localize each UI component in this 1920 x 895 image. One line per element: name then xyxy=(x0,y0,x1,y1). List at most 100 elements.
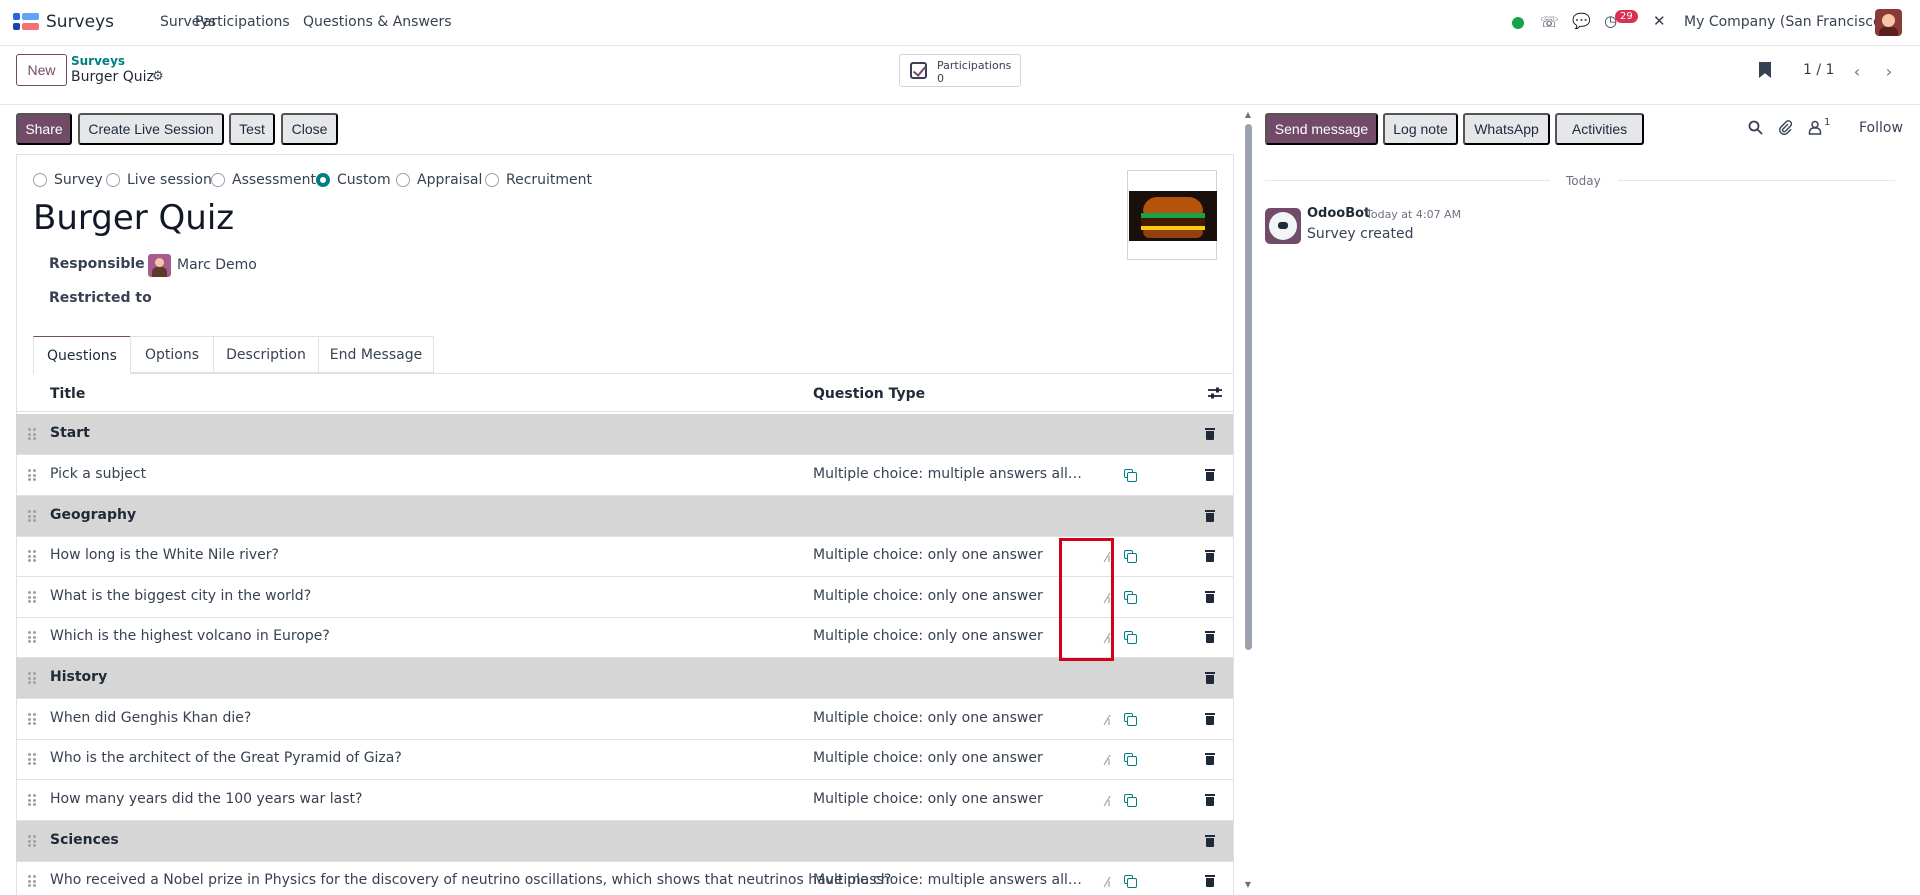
follow-button[interactable]: Follow xyxy=(1859,120,1903,136)
trash-icon[interactable] xyxy=(1205,672,1215,684)
survey-type-custom[interactable]: Custom xyxy=(316,172,391,188)
send-message-button[interactable]: Send message xyxy=(1265,113,1378,145)
question-type[interactable]: Multiple choice: only one answer xyxy=(813,547,1083,563)
whatsapp-button[interactable]: WhatsApp xyxy=(1463,113,1550,145)
statistics-icon[interactable] xyxy=(1102,795,1112,810)
drag-handle-icon[interactable] xyxy=(28,550,36,562)
log-note-button[interactable]: Log note xyxy=(1383,113,1458,145)
trash-icon[interactable] xyxy=(1205,753,1215,765)
responsible-field[interactable]: Marc Demo xyxy=(177,257,257,273)
survey-image[interactable] xyxy=(1127,170,1217,260)
menu-questions-answers[interactable]: Questions & Answers xyxy=(303,14,452,30)
question-type[interactable]: Multiple choice: only one answer xyxy=(813,750,1083,766)
odoobot-avatar[interactable] xyxy=(1265,208,1301,244)
settings-tools-icon[interactable]: ✕ xyxy=(1653,12,1666,30)
survey-type-live-session[interactable]: Live session xyxy=(106,172,212,188)
pager-value[interactable]: 1 / 1 xyxy=(1803,62,1834,78)
tab-options[interactable]: Options xyxy=(130,336,214,373)
section-title[interactable]: Geography xyxy=(50,507,136,523)
question-row[interactable]: How many years did the 100 years war las… xyxy=(16,780,1233,821)
question-title[interactable]: Pick a subject xyxy=(50,466,146,482)
create-live-session-button[interactable]: Create Live Session xyxy=(78,113,224,145)
question-title[interactable]: Who is the architect of the Great Pyrami… xyxy=(50,750,402,766)
trash-icon[interactable] xyxy=(1205,428,1215,440)
company-switcher[interactable]: My Company (San Francisco) xyxy=(1684,14,1887,30)
section-row[interactable]: Start xyxy=(16,414,1233,455)
drag-handle-icon[interactable] xyxy=(28,510,36,522)
paperclip-icon[interactable] xyxy=(1778,120,1793,139)
question-title[interactable]: Who received a Nobel prize in Physics fo… xyxy=(50,872,891,888)
duplicate-icon[interactable] xyxy=(1124,794,1137,807)
tab-description[interactable]: Description xyxy=(213,336,319,373)
question-row[interactable]: Who received a Nobel prize in Physics fo… xyxy=(16,861,1233,895)
close-button[interactable]: Close xyxy=(281,113,338,145)
duplicate-icon[interactable] xyxy=(1124,713,1137,726)
trash-icon[interactable] xyxy=(1205,591,1215,603)
survey-title[interactable]: Burger Quiz xyxy=(33,198,234,238)
user-avatar[interactable] xyxy=(1875,9,1902,36)
survey-type-recruitment[interactable]: Recruitment xyxy=(485,172,592,188)
drag-handle-icon[interactable] xyxy=(28,469,36,481)
question-title[interactable]: Which is the highest volcano in Europe? xyxy=(50,628,330,644)
duplicate-icon[interactable] xyxy=(1124,591,1137,604)
question-type[interactable]: Multiple choice: only one answer xyxy=(813,628,1083,644)
duplicate-icon[interactable] xyxy=(1124,631,1137,644)
question-row[interactable]: When did Genghis Khan die? Multiple choic… xyxy=(16,699,1233,740)
duplicate-icon[interactable] xyxy=(1124,469,1137,482)
trash-icon[interactable] xyxy=(1205,875,1215,887)
scrollbar[interactable] xyxy=(1245,124,1252,650)
scroll-up-icon[interactable]: ▲ xyxy=(1243,110,1253,119)
column-title[interactable]: Title xyxy=(50,386,85,402)
followers-icon[interactable] xyxy=(1808,120,1822,139)
scroll-down-icon[interactable]: ▼ xyxy=(1243,880,1253,889)
search-icon[interactable] xyxy=(1748,120,1763,139)
question-title[interactable]: What is the biggest city in the world? xyxy=(50,588,311,604)
trash-icon[interactable] xyxy=(1205,510,1215,522)
optional-columns-icon[interactable] xyxy=(1207,386,1223,404)
trash-icon[interactable] xyxy=(1205,631,1215,643)
trash-icon[interactable] xyxy=(1205,835,1215,847)
restricted-field[interactable] xyxy=(148,284,448,308)
survey-type-appraisal[interactable]: Appraisal xyxy=(396,172,482,188)
drag-handle-icon[interactable] xyxy=(28,591,36,603)
trash-icon[interactable] xyxy=(1205,713,1215,725)
menu-participations[interactable]: Participations xyxy=(195,14,290,30)
message-author[interactable]: OdooBot xyxy=(1307,206,1370,221)
question-type[interactable]: Multiple choice: only one answer xyxy=(813,588,1083,604)
trash-icon[interactable] xyxy=(1205,794,1215,806)
duplicate-icon[interactable] xyxy=(1124,753,1137,766)
pager-next-icon[interactable]: › xyxy=(1874,58,1904,84)
question-row[interactable]: Pick a subject Multiple choice: multiple … xyxy=(16,455,1233,496)
question-type[interactable]: Multiple choice: multiple answers allowe… xyxy=(813,872,1083,888)
pager-previous-icon[interactable]: ‹ xyxy=(1842,58,1872,84)
question-title[interactable]: When did Genghis Khan die? xyxy=(50,710,251,726)
gear-icon[interactable]: ⚙ xyxy=(152,69,164,84)
drag-handle-icon[interactable] xyxy=(28,713,36,725)
question-title[interactable]: How many years did the 100 years war las… xyxy=(50,791,362,807)
question-row[interactable]: Which is the highest volcano in Europe? M… xyxy=(16,617,1233,658)
drag-handle-icon[interactable] xyxy=(28,672,36,684)
section-title[interactable]: History xyxy=(50,669,107,685)
section-row[interactable]: History xyxy=(16,658,1233,699)
chat-icon[interactable]: 💬 xyxy=(1572,12,1591,30)
duplicate-icon[interactable] xyxy=(1124,875,1137,888)
question-row[interactable]: How long is the White Nile river? Multipl… xyxy=(16,536,1233,577)
section-row[interactable]: Sciences xyxy=(16,821,1233,862)
statistics-icon[interactable] xyxy=(1102,714,1112,729)
app-brand[interactable]: Surveys xyxy=(46,12,114,32)
survey-type-survey[interactable]: Survey xyxy=(33,172,103,188)
drag-handle-icon[interactable] xyxy=(28,875,36,887)
question-type[interactable]: Multiple choice: only one answer xyxy=(813,710,1083,726)
statistics-icon[interactable] xyxy=(1102,754,1112,769)
app-menu-icon[interactable] xyxy=(13,13,39,33)
trash-icon[interactable] xyxy=(1205,550,1215,562)
question-type[interactable]: Multiple choice: multiple answers allowe… xyxy=(813,466,1083,482)
question-title[interactable]: How long is the White Nile river? xyxy=(50,547,279,563)
drag-handle-icon[interactable] xyxy=(28,753,36,765)
section-row[interactable]: Geography xyxy=(16,496,1233,537)
question-row[interactable]: Who is the architect of the Great Pyrami… xyxy=(16,739,1233,780)
share-button[interactable]: Share xyxy=(16,113,72,145)
bookmark-icon[interactable] xyxy=(1759,62,1771,78)
tab-questions[interactable]: Questions xyxy=(33,336,131,374)
new-button[interactable]: New xyxy=(16,54,67,86)
